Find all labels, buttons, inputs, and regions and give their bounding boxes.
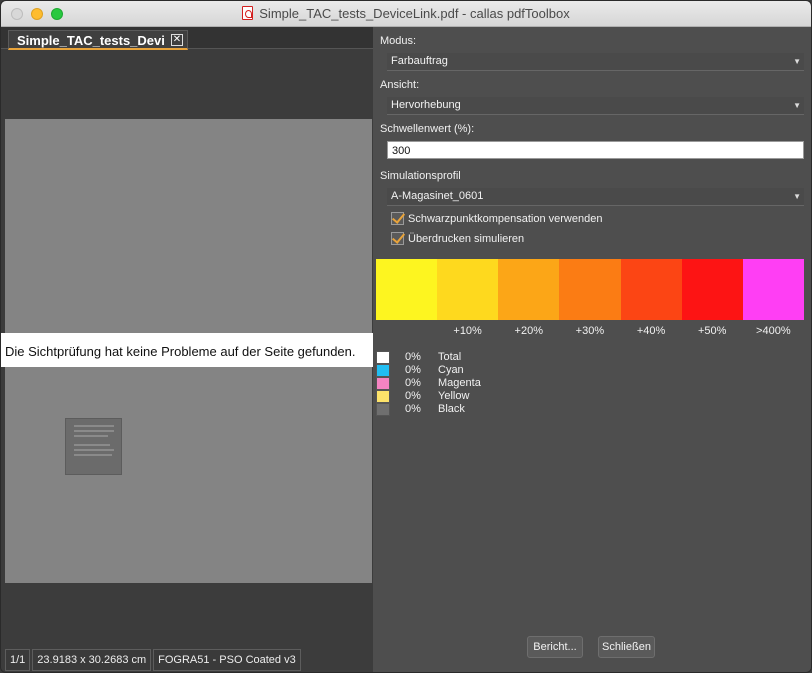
scale-swatch xyxy=(681,259,743,320)
document-tab-label: Simple_TAC_tests_Devi xyxy=(17,33,165,48)
chevron-down-icon: ▼ xyxy=(793,101,801,110)
settings-pane: Modus: Farbauftrag ▼ Ansicht: Hervorhebu… xyxy=(373,27,811,672)
report-button[interactable]: Bericht... xyxy=(527,636,583,658)
scale-label: +50% xyxy=(697,325,727,337)
simulation-profile-select[interactable]: A-Magasinet_0601 ▼ xyxy=(387,188,804,206)
chevron-down-icon: ▼ xyxy=(793,192,801,201)
legend-row-yellow: 0% Yellow xyxy=(376,390,536,403)
output-profile: FOGRA51 - PSO Coated v3 xyxy=(153,649,301,671)
scale-swatch xyxy=(437,259,499,320)
legend-value: 0% xyxy=(405,377,421,389)
legend-swatch xyxy=(376,403,390,416)
legend-value: 0% xyxy=(405,351,421,363)
modus-value: Farbauftrag xyxy=(391,55,448,67)
close-button[interactable]: Schließen xyxy=(598,636,655,658)
legend-row-black: 0% Black xyxy=(376,403,536,416)
page-content-thumbnail xyxy=(65,418,122,475)
scale-swatch xyxy=(742,259,804,320)
legend-name: Cyan xyxy=(438,364,464,376)
tac-color-scale xyxy=(376,259,804,320)
legend-name: Total xyxy=(438,351,462,363)
modus-select[interactable]: Farbauftrag ▼ xyxy=(387,53,804,71)
scale-swatch xyxy=(559,259,621,320)
modus-label: Modus: xyxy=(380,35,417,47)
overprint-label: Überdrucken simulieren xyxy=(408,232,525,245)
document-pane: Simple_TAC_tests_Devi ✕ Die Sichtprüfung… xyxy=(1,27,373,672)
title-bar: Simple_TAC_tests_DeviceLink.pdf - callas… xyxy=(1,1,811,27)
chevron-down-icon: ▼ xyxy=(793,57,801,66)
blackpoint-label: Schwarzpunktkompensation verwenden xyxy=(408,212,603,225)
blackpoint-checkbox[interactable]: Schwarzpunktkompensation verwenden xyxy=(391,212,602,225)
legend-row-cyan: 0% Cyan xyxy=(376,364,536,377)
simulation-profile-value: A-Magasinet_0601 xyxy=(391,190,484,202)
thumbnail-line xyxy=(74,425,114,427)
status-bar: 1/1 23.9183 x 30.2683 cm FOGRA51 - PSO C… xyxy=(5,649,303,671)
ansicht-value: Hervorhebung xyxy=(391,99,461,111)
scale-swatch xyxy=(498,259,560,320)
legend-value: 0% xyxy=(405,364,421,376)
legend-swatch xyxy=(376,377,390,390)
legend-row-magenta: 0% Magenta xyxy=(376,377,536,390)
page-dimensions: 23.9183 x 30.2683 cm xyxy=(32,649,152,671)
window-title-wrap: Simple_TAC_tests_DeviceLink.pdf - callas… xyxy=(1,6,811,21)
simulation-profile-label: Simulationsprofil xyxy=(380,170,461,182)
legend-swatch xyxy=(376,351,390,364)
ansicht-label: Ansicht: xyxy=(380,79,420,91)
close-tab-icon[interactable]: ✕ xyxy=(171,34,183,46)
legend-swatch xyxy=(376,390,390,403)
pdf-icon xyxy=(242,6,254,20)
scale-swatch xyxy=(620,259,682,320)
legend-name: Yellow xyxy=(438,390,470,402)
document-tab-bar: Simple_TAC_tests_Devi ✕ xyxy=(1,27,373,50)
legend-name: Magenta xyxy=(438,377,481,389)
checkmark-icon xyxy=(391,212,404,225)
app-window: Simple_TAC_tests_DeviceLink.pdf - callas… xyxy=(0,0,812,673)
scale-label: +40% xyxy=(636,325,666,337)
threshold-input[interactable]: 300 xyxy=(387,141,804,159)
thumbnail-line xyxy=(74,449,114,451)
legend-name: Black xyxy=(438,403,465,415)
scale-label: >400% xyxy=(756,325,791,337)
document-tab[interactable]: Simple_TAC_tests_Devi ✕ xyxy=(8,30,188,50)
thumbnail-line xyxy=(74,454,112,456)
legend-value: 0% xyxy=(405,390,421,402)
threshold-label: Schwellenwert (%): xyxy=(380,123,475,135)
window-title: Simple_TAC_tests_DeviceLink.pdf - callas… xyxy=(259,6,570,21)
ansicht-select[interactable]: Hervorhebung ▼ xyxy=(387,97,804,115)
checkmark-icon xyxy=(391,232,404,245)
legend-swatch xyxy=(376,364,390,377)
ink-coverage-legend: 0% Total 0% Cyan 0% Magenta 0% Yellow 0% Black xyxy=(376,351,536,416)
scale-label: +10% xyxy=(453,325,482,337)
scale-label: +20% xyxy=(514,325,543,337)
thumbnail-line xyxy=(74,430,114,432)
legend-value: 0% xyxy=(405,403,421,415)
thumbnail-line xyxy=(74,444,110,446)
scale-label: +30% xyxy=(575,325,605,337)
scale-swatch xyxy=(376,259,438,320)
overprint-checkbox[interactable]: Überdrucken simulieren xyxy=(391,232,524,245)
page-counter: 1/1 xyxy=(5,649,31,671)
thumbnail-line xyxy=(74,435,108,437)
inspection-message: Die Sichtprüfung hat keine Probleme auf … xyxy=(1,333,373,367)
legend-row-total: 0% Total xyxy=(376,351,536,364)
